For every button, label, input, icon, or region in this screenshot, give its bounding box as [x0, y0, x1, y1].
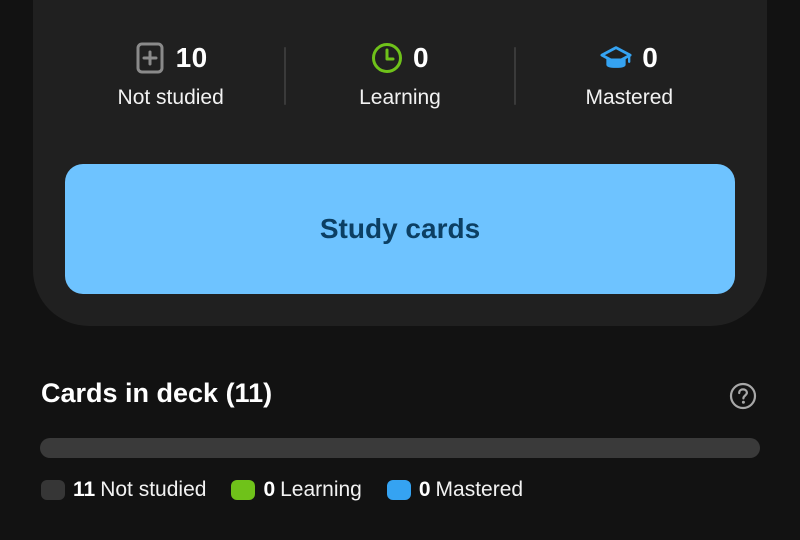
legend-swatch — [386, 480, 411, 500]
legend-item-mastered: 0 Mastered — [386, 478, 524, 502]
legend-swatch — [41, 480, 65, 500]
graduation-cap-icon — [600, 42, 632, 74]
legend-item-learning: 0 Learning — [231, 478, 362, 502]
legend-label: Not studied — [100, 478, 207, 501]
learning-count: 0 — [412, 42, 430, 73]
not-studied-count: 10 — [175, 42, 208, 73]
not-studied-label: Not studied — [117, 86, 224, 109]
deck-progress-bar — [40, 438, 760, 458]
stat-learning: 0 Learning — [286, 38, 513, 118]
deck-title: Cards in deck (11) — [41, 378, 273, 408]
legend-label: Learning — [280, 478, 362, 501]
stats-row: 10 Not studied 0 Learning 0 Mastered — [57, 38, 743, 118]
deck-legend: 11 Not studied 0 Learning 0 Mastered — [41, 476, 548, 504]
mastered-label: Mastered — [585, 86, 674, 109]
clock-icon — [371, 42, 403, 74]
study-cards-button[interactable]: Study cards — [65, 164, 735, 294]
legend-swatch — [231, 480, 256, 500]
progress-segment-not-studied — [40, 438, 760, 458]
legend-count: 11 — [73, 478, 96, 501]
legend-count: 0 — [418, 478, 431, 501]
legend-item-not-studied: 11 Not studied — [41, 478, 206, 502]
stat-not-studied: 10 Not studied — [57, 38, 284, 118]
card-plus-icon — [134, 42, 166, 74]
mastered-count: 0 — [642, 42, 659, 73]
legend-label: Mastered — [435, 478, 524, 501]
legend-count: 0 — [263, 478, 276, 501]
stat-mastered: 0 Mastered — [516, 38, 743, 118]
question-circle-icon[interactable] — [728, 381, 758, 411]
learning-label: Learning — [359, 86, 441, 109]
